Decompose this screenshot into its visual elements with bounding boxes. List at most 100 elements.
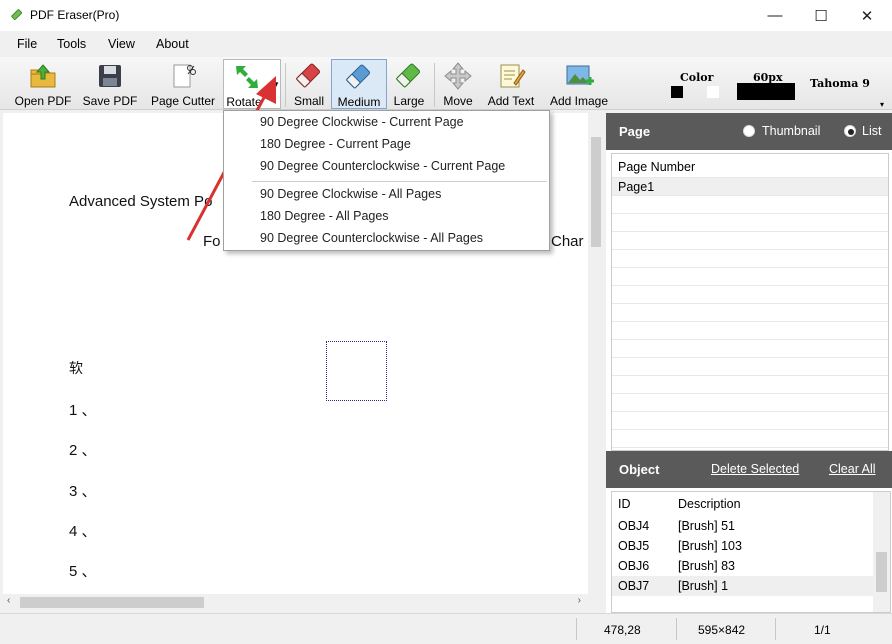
page-panel-header: Page Thumbnail List <box>606 113 892 150</box>
add-text-button[interactable]: Add Text <box>482 59 540 109</box>
minimize-button[interactable]: — <box>752 0 798 31</box>
move-button[interactable]: Move <box>439 59 477 109</box>
small-eraser-button[interactable]: Small <box>289 59 329 109</box>
vertical-scroll-thumb[interactable] <box>591 137 601 247</box>
object-panel-title: Object <box>619 462 660 477</box>
page-list: Page Number Page1 <box>611 153 889 451</box>
delete-selected-link[interactable]: Delete Selected <box>711 462 799 476</box>
open-folder-icon <box>30 64 56 88</box>
selection-box[interactable] <box>326 341 387 401</box>
object-scroll-thumb[interactable] <box>876 552 887 592</box>
doc-list-item: 2 、 <box>69 442 97 459</box>
object-row[interactable]: OBJ4 [Brush] 51 <box>612 516 874 536</box>
menu-view[interactable]: View <box>108 37 135 51</box>
notepad-pencil-icon <box>500 64 526 88</box>
scroll-right-icon[interactable]: › <box>578 595 581 606</box>
close-button[interactable]: ✕ <box>844 0 890 31</box>
empty-row <box>612 304 888 322</box>
doc-char: 软 <box>69 361 83 377</box>
thumbnail-radio-label[interactable]: Thumbnail <box>762 124 820 138</box>
rotate-cw-current-page[interactable]: 90 Degree Clockwise - Current Page <box>260 115 464 129</box>
page-list-header: Page Number <box>612 156 888 178</box>
maximize-button[interactable]: ☐ <box>798 0 844 31</box>
scroll-left-icon[interactable]: ‹ <box>7 595 10 606</box>
rotate-ccw-all-pages[interactable]: 90 Degree Counterclockwise - All Pages <box>260 231 483 245</box>
empty-row <box>612 430 888 448</box>
thumbnail-radio[interactable] <box>743 125 755 137</box>
rotate-ccw-current-page[interactable]: 90 Degree Counterclockwise - Current Pag… <box>260 159 505 173</box>
object-list-scrollbar[interactable] <box>873 492 890 612</box>
empty-row <box>612 340 888 358</box>
page-size: 595×842 <box>698 623 746 637</box>
status-separator <box>775 618 776 640</box>
color-swatch-black[interactable] <box>671 86 683 98</box>
object-id: OBJ4 <box>618 519 650 533</box>
document-horizontal-scrollbar[interactable]: ‹ › <box>3 594 585 611</box>
color-swatch-white[interactable] <box>707 86 719 98</box>
doc-list-item: 3 、 <box>69 483 97 500</box>
document-vertical-scrollbar[interactable] <box>588 113 603 594</box>
list-radio[interactable] <box>844 125 856 137</box>
doc-list-item: 5 、 <box>69 563 97 580</box>
object-panel-header: Object Delete Selected Clear All <box>606 451 892 488</box>
red-eraser-icon <box>296 63 320 88</box>
save-pdf-button[interactable]: Save PDF <box>80 59 140 109</box>
status-separator <box>576 618 577 640</box>
empty-row <box>612 376 888 394</box>
page-number: 1/1 <box>814 623 831 637</box>
page-list-row[interactable]: Page1 <box>612 178 888 196</box>
title-bar: PDF Eraser(Pro) — ☐ ✕ <box>0 0 892 31</box>
toolbar-separator <box>434 63 435 107</box>
rotate-180-current-page[interactable]: 180 Degree - Current Page <box>260 137 411 151</box>
object-list: ID Description OBJ4 [Brush] 51 OBJ5 [Bru… <box>611 491 891 613</box>
empty-row <box>612 394 888 412</box>
page-number-column: Page Number <box>618 160 696 174</box>
large-eraser-button[interactable]: Large <box>389 59 429 109</box>
doc-list-item: 4 、 <box>69 523 97 540</box>
add-image-button[interactable]: Add Image <box>545 59 613 109</box>
empty-row <box>612 358 888 376</box>
toolbar-overflow-icon[interactable]: ▾ <box>880 100 884 109</box>
object-id: OBJ6 <box>618 559 650 573</box>
empty-row <box>612 268 888 286</box>
doc-line2-right: Char <box>551 233 584 250</box>
status-separator <box>676 618 677 640</box>
menu-file[interactable]: File <box>17 37 37 51</box>
medium-eraser-button[interactable]: Medium <box>331 59 387 109</box>
object-description: [Brush] 1 <box>678 579 729 593</box>
object-row[interactable]: OBJ6 [Brush] 83 <box>612 556 874 576</box>
move-arrows-icon <box>444 62 472 90</box>
menu-separator <box>252 181 547 182</box>
picture-plus-icon <box>566 65 594 85</box>
menu-about[interactable]: About <box>156 37 189 51</box>
object-description: [Brush] 51 <box>678 519 735 533</box>
font-label[interactable]: Tahoma 9 <box>810 77 870 90</box>
rotate-cw-all-pages[interactable]: 90 Degree Clockwise - All Pages <box>260 187 441 201</box>
list-radio-label[interactable]: List <box>862 124 881 138</box>
app-eraser-icon <box>11 9 22 20</box>
brush-size-preview[interactable] <box>737 83 795 100</box>
rotate-180-all-pages[interactable]: 180 Degree - All Pages <box>260 209 389 223</box>
doc-list-item: 1 、 <box>69 402 97 419</box>
clear-all-link[interactable]: Clear All <box>829 462 876 476</box>
empty-row <box>612 232 888 250</box>
object-id: OBJ7 <box>618 579 650 593</box>
empty-row <box>612 322 888 340</box>
page-list-row-label: Page1 <box>618 180 655 194</box>
empty-row <box>612 286 888 304</box>
open-pdf-button[interactable]: Open PDF <box>10 59 76 109</box>
window-title: PDF Eraser(Pro) <box>30 8 120 22</box>
object-list-header: ID Description <box>612 494 874 514</box>
save-disk-icon <box>99 65 121 87</box>
page-panel-title: Page <box>619 124 651 139</box>
menu-tools[interactable]: Tools <box>57 37 86 51</box>
object-row-selected[interactable]: OBJ7 [Brush] 1 <box>612 576 874 596</box>
empty-row <box>612 196 888 214</box>
horizontal-scroll-thumb[interactable] <box>20 597 204 608</box>
blue-eraser-icon <box>346 64 370 89</box>
object-description: [Brush] 103 <box>678 539 742 553</box>
description-column: Description <box>678 497 741 511</box>
toolbar: Open PDF Save PDF Page Cutter ▼ Rotate <box>0 57 892 110</box>
id-column: ID <box>618 497 631 511</box>
object-row[interactable]: OBJ5 [Brush] 103 <box>612 536 874 556</box>
